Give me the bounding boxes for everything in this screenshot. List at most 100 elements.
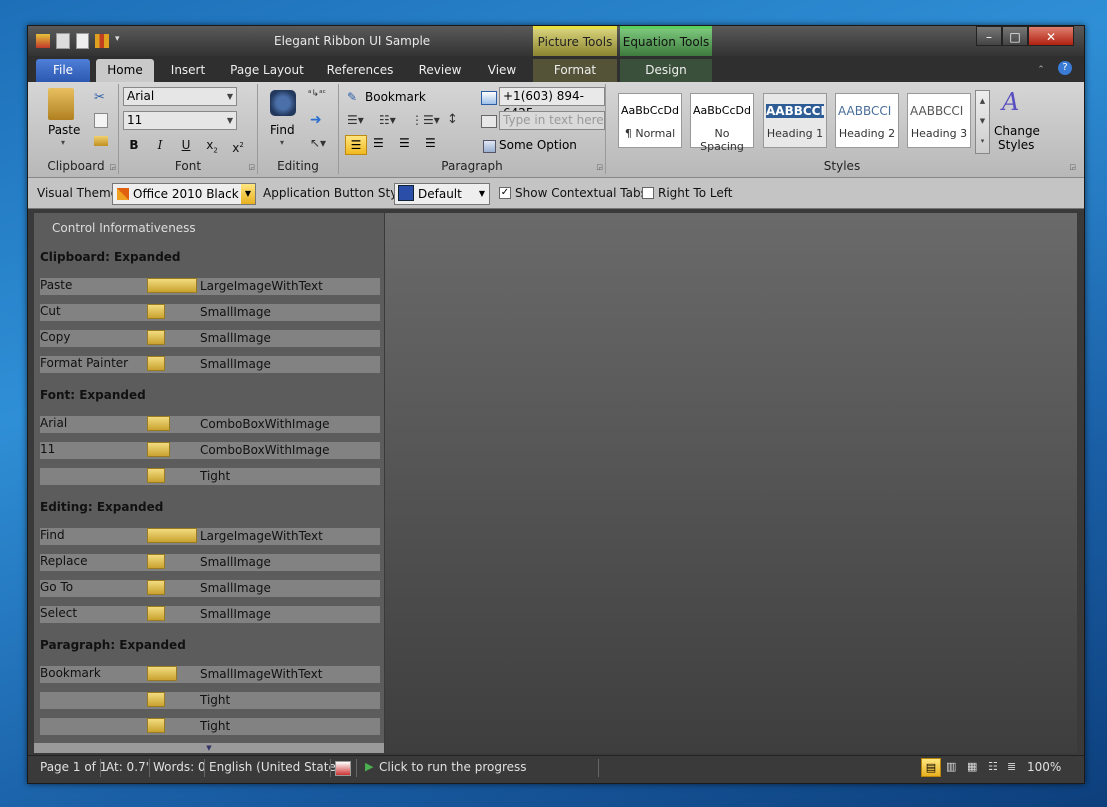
track-changes-icon[interactable] [335, 761, 351, 776]
find-button[interactable]: Find [270, 123, 295, 137]
informativeness-row[interactable]: Select SmallImage [40, 606, 380, 623]
informativeness-slider[interactable] [147, 416, 170, 431]
tab-page-layout[interactable]: Page Layout [226, 59, 308, 82]
informativeness-slider[interactable] [147, 304, 165, 319]
informativeness-slider[interactable] [147, 356, 165, 371]
qat-customize-icon[interactable]: ▾ [115, 34, 123, 48]
align-right-icon[interactable]: ☰ [399, 136, 410, 150]
styles-scroll-icon[interactable]: ▲ ▼ ▾ [975, 90, 990, 154]
document-icon[interactable] [76, 33, 89, 49]
styles-launcher-icon[interactable]: ◲ [1069, 163, 1076, 171]
informativeness-row[interactable]: Tight [40, 718, 380, 735]
show-contextual-tabs-checkbox[interactable]: ✓ [499, 187, 511, 199]
play-icon[interactable]: ▶ [365, 760, 373, 773]
zoom-level[interactable]: 100% [1027, 760, 1061, 774]
tab-references[interactable]: References [320, 59, 400, 82]
app-button-style-combo[interactable]: Default ▼ [394, 183, 490, 205]
informativeness-slider[interactable] [147, 330, 165, 345]
status-at[interactable]: At: 0.7" [106, 760, 151, 774]
clipboard-launcher-icon[interactable]: ◲ [109, 163, 116, 171]
align-left-icon[interactable]: ☰ [345, 135, 367, 155]
style-normal[interactable]: AaBbCcDdE ¶ Normal [618, 93, 682, 148]
right-to-left-checkbox[interactable] [642, 187, 654, 199]
informativeness-row[interactable]: Tight [40, 468, 380, 485]
tab-format[interactable]: Format [533, 59, 617, 82]
tab-file[interactable]: File [36, 59, 90, 82]
text-input[interactable]: Type in text here [499, 111, 605, 130]
copy-icon[interactable] [94, 113, 108, 128]
change-styles-button[interactable]: Change [994, 124, 1040, 138]
font-size-combo[interactable]: 11 ▼ [123, 111, 237, 130]
tab-review[interactable]: Review [412, 59, 468, 82]
find-dropdown-icon[interactable]: ▾ [280, 138, 284, 147]
tab-insert[interactable]: Insert [162, 59, 214, 82]
change-styles-button-line2[interactable]: Styles [998, 138, 1034, 152]
format-painter-icon[interactable] [94, 136, 108, 146]
informativeness-row[interactable]: Go To SmallImage [40, 580, 380, 597]
informativeness-slider[interactable] [147, 278, 197, 293]
italic-button[interactable]: I [149, 135, 171, 155]
informativeness-slider[interactable] [147, 580, 165, 595]
ribbon-minimize-icon[interactable]: ⌃ [1034, 59, 1048, 82]
informativeness-row[interactable]: 11 ComboBoxWithImage [40, 442, 380, 459]
font-launcher-icon[interactable]: ◲ [248, 163, 255, 171]
informativeness-slider[interactable] [147, 528, 197, 543]
informativeness-row[interactable]: Replace SmallImage [40, 554, 380, 571]
web-layout-icon[interactable]: ▦ [967, 760, 977, 773]
paste-dropdown-icon[interactable]: ▾ [61, 138, 65, 147]
chart-icon[interactable] [95, 34, 109, 48]
multilevel-list-icon[interactable]: ⋮☰▾ [411, 113, 440, 127]
chevron-down-icon[interactable]: ▼ [241, 184, 255, 204]
informativeness-slider[interactable] [147, 468, 165, 483]
font-family-combo[interactable]: Arial ▼ [123, 87, 237, 106]
informativeness-row[interactable]: Copy SmallImage [40, 330, 380, 347]
change-styles-icon[interactable]: A [1002, 88, 1019, 116]
informativeness-row[interactable]: Paste LargeImageWithText [40, 278, 380, 295]
phone-field[interactable]: +1(603) 894-6425 [499, 87, 605, 120]
tab-design[interactable]: Design [620, 59, 712, 82]
numbering-icon[interactable]: ☷▾ [379, 113, 396, 127]
style-heading-3[interactable]: AABBCCI Heading 3 [907, 93, 971, 148]
maximize-button[interactable]: □ [1002, 26, 1028, 46]
informativeness-slider[interactable] [147, 666, 177, 681]
bold-button[interactable]: B [123, 135, 145, 155]
status-language[interactable]: English (United States) [209, 760, 347, 774]
paste-button[interactable]: Paste [48, 123, 80, 137]
style-no-spacing[interactable]: AaBbCcDdE No Spacing [690, 93, 754, 153]
informativeness-row[interactable]: Find LargeImageWithText [40, 528, 380, 545]
informativeness-row[interactable]: Format Painter SmallImage [40, 356, 380, 373]
full-screen-reading-icon[interactable]: ▥ [946, 760, 956, 773]
style-heading-2[interactable]: AABBCCI Heading 2 [835, 93, 899, 148]
justify-icon[interactable]: ☰ [425, 136, 436, 150]
copy-icon[interactable] [56, 33, 70, 49]
visual-theme-combo[interactable]: Office 2010 Black ▼ [112, 183, 256, 205]
tab-home[interactable]: Home [96, 59, 154, 82]
replace-icon[interactable]: ᵃ↳ᵃᶜ [308, 89, 326, 99]
informativeness-row[interactable]: Arial ComboBoxWithImage [40, 416, 380, 433]
paste-icon[interactable] [48, 88, 74, 120]
status-words[interactable]: Words: 0 [153, 760, 206, 774]
informativeness-row[interactable]: Cut SmallImage [40, 304, 380, 321]
app-menu-icon[interactable] [36, 34, 50, 48]
informativeness-row[interactable]: Tight [40, 692, 380, 709]
paragraph-launcher-icon[interactable]: ◲ [596, 163, 603, 171]
binoculars-icon[interactable] [270, 90, 296, 116]
bullets-icon[interactable]: ☰▾ [347, 113, 364, 127]
sort-icon[interactable]: ↕ [447, 112, 458, 127]
document-area[interactable] [385, 213, 1077, 753]
tab-view[interactable]: View [480, 59, 524, 82]
informativeness-slider[interactable] [147, 442, 170, 457]
minimize-button[interactable]: – [976, 26, 1002, 46]
informativeness-row[interactable]: Bookmark SmallImageWithText [40, 666, 380, 683]
print-layout-icon[interactable]: ▤ [921, 758, 941, 777]
cut-icon[interactable]: ✂ [94, 90, 105, 105]
control-informativeness-panel[interactable]: Control Informativeness Clipboard: Expan… [34, 213, 384, 753]
select-icon[interactable]: ↖▾ [310, 136, 326, 150]
outline-icon[interactable]: ☷ [988, 760, 998, 773]
superscript-button[interactable]: x2 [227, 135, 249, 155]
informativeness-slider[interactable] [147, 606, 165, 621]
subscript-button[interactable]: x2 [201, 135, 223, 155]
scroll-down-icon[interactable]: ▼ [34, 743, 384, 753]
close-button[interactable]: ✕ [1028, 26, 1074, 46]
style-heading-1[interactable]: AABBCCI Heading 1 [763, 93, 827, 148]
